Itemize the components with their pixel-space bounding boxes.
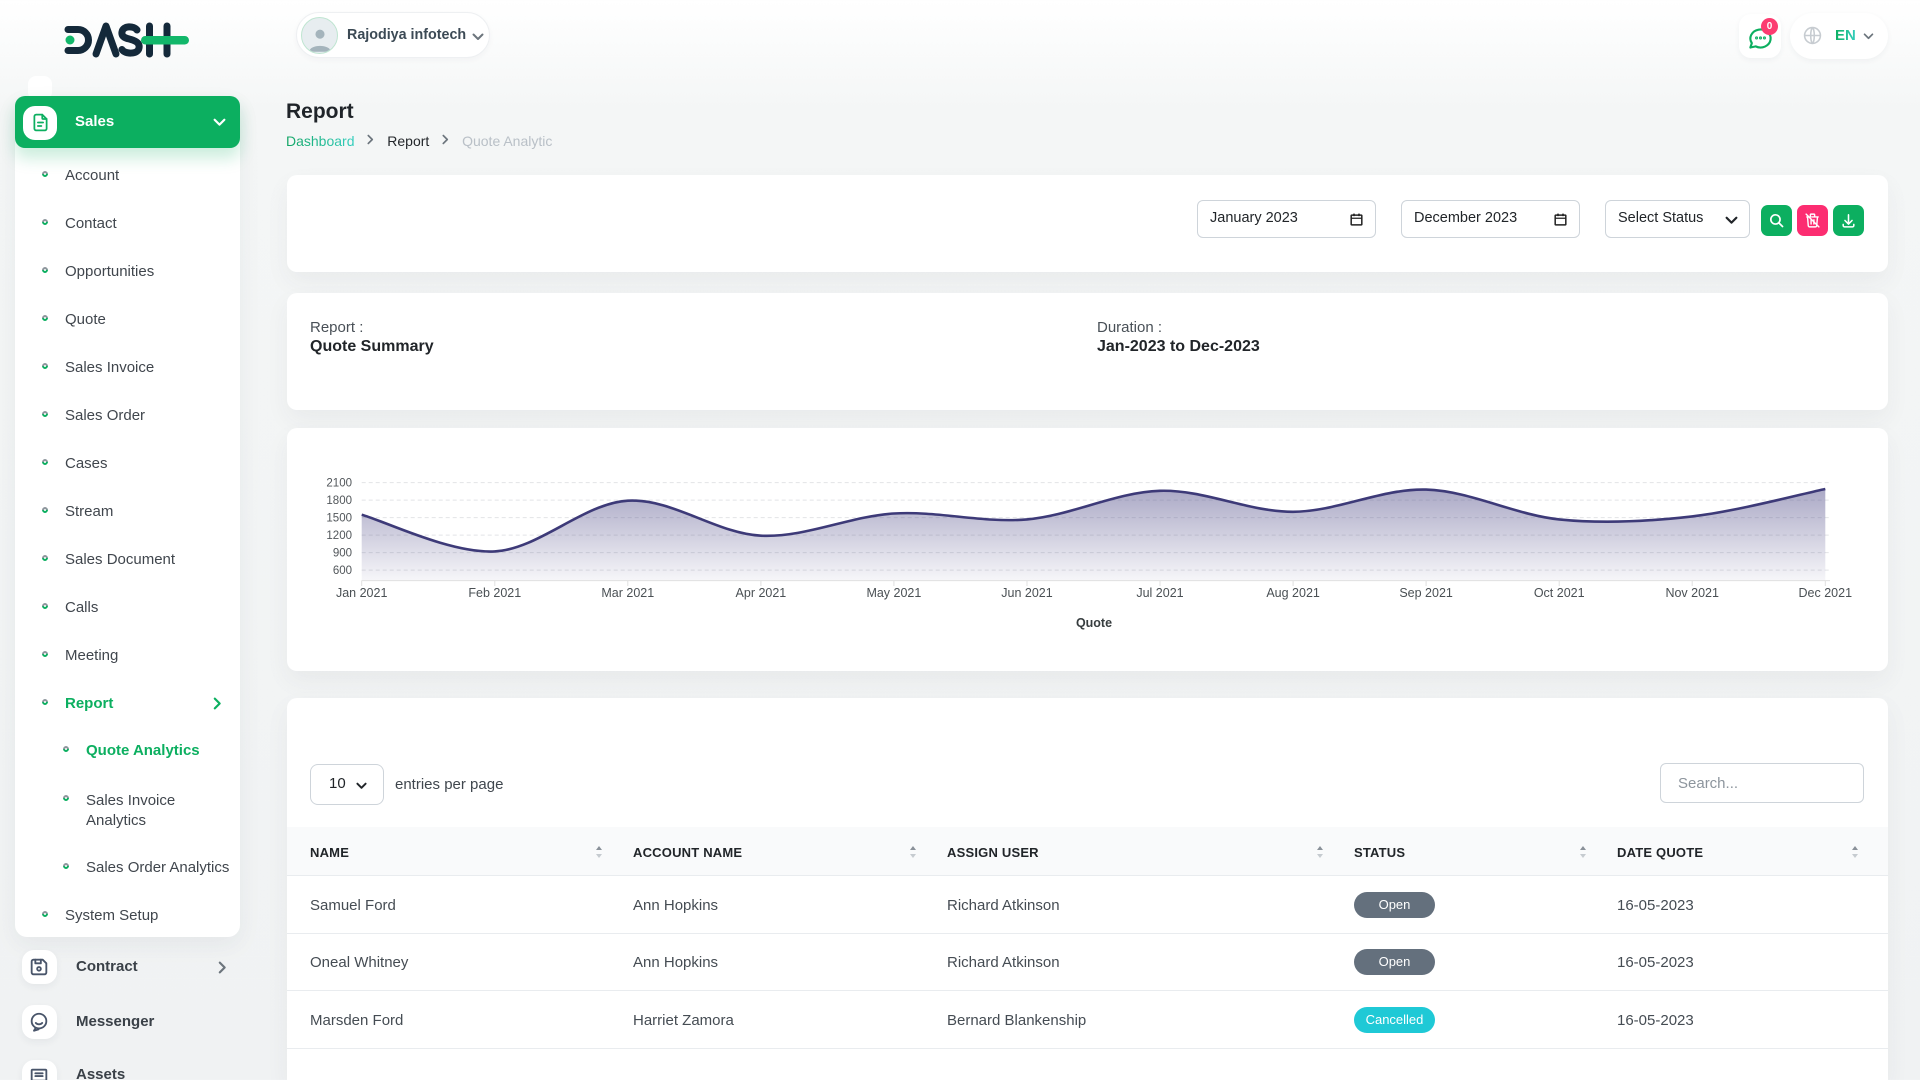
svg-text:1800: 1800	[326, 495, 352, 507]
svg-text:Quote: Quote	[1076, 616, 1112, 630]
svg-text:600: 600	[333, 565, 352, 577]
svg-text:2100: 2100	[326, 478, 352, 490]
svg-text:Dec 2021: Dec 2021	[1799, 586, 1853, 600]
svg-text:Jan 2021: Jan 2021	[336, 586, 387, 600]
svg-text:Jun 2021: Jun 2021	[1001, 586, 1052, 600]
svg-text:Mar 2021: Mar 2021	[601, 586, 654, 600]
svg-text:900: 900	[333, 548, 352, 560]
svg-text:Feb 2021: Feb 2021	[468, 586, 521, 600]
svg-text:1500: 1500	[326, 513, 352, 525]
svg-text:Sep 2021: Sep 2021	[1399, 586, 1453, 600]
svg-text:Jul 2021: Jul 2021	[1136, 586, 1183, 600]
svg-text:Oct 2021: Oct 2021	[1534, 586, 1585, 600]
svg-text:May 2021: May 2021	[866, 586, 921, 600]
svg-text:Aug 2021: Aug 2021	[1266, 586, 1320, 600]
svg-text:1200: 1200	[326, 530, 352, 542]
svg-text:Nov 2021: Nov 2021	[1665, 586, 1719, 600]
svg-text:Apr 2021: Apr 2021	[736, 586, 787, 600]
